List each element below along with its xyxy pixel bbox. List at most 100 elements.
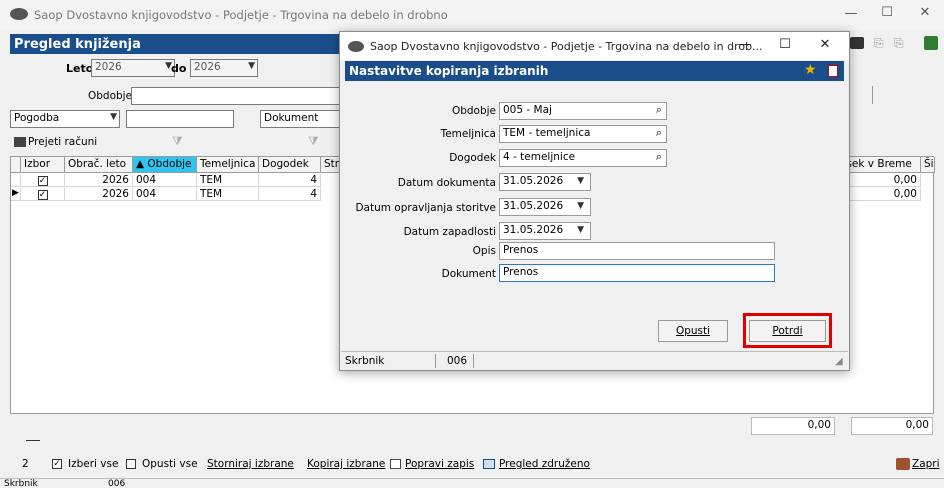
status-divider bbox=[473, 354, 474, 368]
leto-from-field[interactable]: 2026 ▼ bbox=[91, 59, 175, 77]
pregled-button[interactable]: Pregled združeno bbox=[499, 458, 590, 470]
dogodek-label: Dogodek bbox=[449, 152, 496, 164]
cell-obdobje: 004 bbox=[133, 188, 197, 201]
dialog-close-button[interactable]: ✕ bbox=[816, 37, 834, 52]
datum-dokumenta-label: Datum dokumenta bbox=[397, 177, 496, 189]
search-icon[interactable]: ⌕ bbox=[656, 150, 662, 164]
column-header-obdobje[interactable]: ▲ Obdobje bbox=[133, 157, 197, 173]
datum-dokumenta-value: 31.05.2026 bbox=[503, 175, 564, 187]
status-divider bbox=[435, 354, 436, 368]
saop-logo-icon bbox=[348, 41, 364, 52]
row-checkbox-cell[interactable]: ✓ bbox=[21, 188, 65, 201]
datum-storitve-label: Datum opravljanja storitve bbox=[355, 202, 496, 214]
leto-to-value: 2026 bbox=[194, 61, 221, 73]
temeljnica-value: TEM - temeljnica bbox=[503, 127, 591, 139]
popravi-button[interactable]: Popravi zapis bbox=[405, 458, 474, 470]
cell-temeljnica: TEM bbox=[197, 174, 259, 187]
dialog-status-bar: Skrbnik 006 ◢ bbox=[341, 351, 848, 370]
column-header[interactable] bbox=[11, 157, 21, 173]
row-indicator[interactable]: ▶ bbox=[11, 188, 21, 201]
cell-dogodek: 4 bbox=[259, 188, 321, 201]
opis-value: Prenos bbox=[503, 244, 539, 256]
row-checkbox-cell[interactable]: ✓ bbox=[21, 174, 65, 187]
resize-grip-icon[interactable]: ◢ bbox=[835, 356, 843, 367]
status-skrbnik-label: Skrbnik bbox=[4, 479, 38, 488]
pdf-icon[interactable] bbox=[828, 65, 838, 77]
opusti-vse-checkbox[interactable] bbox=[126, 459, 136, 469]
close-button[interactable]: ✕ bbox=[916, 5, 934, 20]
chevron-down-icon[interactable]: ▼ bbox=[577, 176, 584, 186]
row-indicator[interactable] bbox=[11, 174, 21, 187]
minimize-button[interactable]: — bbox=[842, 6, 860, 21]
column-header-temeljnica[interactable]: Temeljnica bbox=[197, 157, 259, 173]
dokument-field[interactable]: Dokument bbox=[260, 110, 348, 128]
temeljnica-label: Temeljnica bbox=[440, 128, 496, 140]
chevron-down-icon[interactable]: ▼ bbox=[577, 225, 584, 235]
print-icon[interactable] bbox=[850, 37, 864, 49]
prejeti-racuni-label[interactable]: Prejeti računi bbox=[28, 136, 97, 148]
exit-icon[interactable] bbox=[924, 36, 938, 50]
datum-storitve-value: 31.05.2026 bbox=[503, 200, 564, 212]
chevron-down-icon[interactable]: ▼ bbox=[110, 112, 117, 122]
leto-label: Leto bbox=[66, 62, 94, 75]
dogodek-input[interactable]: 4 - temeljnice ⌕ bbox=[499, 149, 667, 167]
potrdi-button[interactable]: Potrdi bbox=[749, 320, 826, 342]
table-icon bbox=[483, 459, 495, 469]
zapri-button[interactable]: Zapri bbox=[912, 458, 940, 470]
star-icon[interactable]: ★ bbox=[804, 62, 817, 78]
storniraj-button[interactable]: Storniraj izbrane bbox=[207, 458, 294, 470]
pogodba-filter-input[interactable] bbox=[126, 110, 234, 128]
obdobje-input[interactable]: 005 - Maj ⌕ bbox=[499, 102, 667, 120]
row-checkbox[interactable]: ✓ bbox=[37, 176, 48, 186]
edit-icon bbox=[390, 459, 401, 469]
opusti-button[interactable]: Opusti bbox=[658, 320, 728, 342]
datum-storitve-picker[interactable]: 31.05.2026 ▼ bbox=[499, 198, 591, 216]
datum-zapadlosti-picker[interactable]: 31.05.2026 ▼ bbox=[499, 222, 591, 240]
row-checkbox[interactable]: ✓ bbox=[37, 190, 48, 200]
separator bbox=[26, 440, 40, 441]
izberi-vse-checkbox[interactable]: ✓ bbox=[52, 459, 62, 469]
dokument-input[interactable]: Prenos bbox=[499, 264, 775, 282]
datum-zapadlosti-label: Datum zapadlosti bbox=[403, 226, 496, 238]
sort-ascending-icon: ▲ bbox=[136, 158, 145, 170]
total-right: 0,00 bbox=[851, 417, 933, 435]
chevron-down-icon[interactable]: ▼ bbox=[248, 61, 255, 71]
maximize-button[interactable]: ☐ bbox=[878, 5, 896, 20]
right-panel-divider bbox=[872, 86, 873, 104]
dialog-maximize-button[interactable]: ☐ bbox=[776, 37, 794, 52]
izberi-vse-label[interactable]: Izberi vse bbox=[68, 458, 118, 470]
datum-dokumenta-picker[interactable]: 31.05.2026 ▼ bbox=[499, 173, 591, 191]
datum-zapadlosti-value: 31.05.2026 bbox=[503, 224, 564, 236]
copy-settings-dialog: Saop Dvostavno knjigovodstvo - Podjetje … bbox=[339, 31, 850, 371]
leto-to-field[interactable]: 2026 ▼ bbox=[190, 59, 258, 77]
dialog-title: Saop Dvostavno knjigovodstvo - Podjetje … bbox=[370, 40, 763, 53]
cell-dogodek: 4 bbox=[259, 174, 321, 187]
opis-input[interactable]: Prenos bbox=[499, 242, 775, 260]
paste-icon[interactable]: ⎘ bbox=[894, 36, 904, 51]
kopiraj-button[interactable]: Kopiraj izbrane bbox=[307, 458, 385, 470]
chevron-down-icon[interactable]: ▼ bbox=[577, 201, 584, 211]
obdobje-label: Obdobje bbox=[451, 105, 496, 117]
obdobje-value: 005 - Maj bbox=[503, 104, 552, 116]
column-header-dogodek[interactable]: Dogodek bbox=[259, 157, 321, 173]
column-header-si[interactable]: Ši bbox=[921, 157, 935, 173]
do-label: do bbox=[171, 62, 187, 75]
dogodek-value: 4 - temeljnice bbox=[503, 151, 576, 163]
column-header-izbor[interactable]: Izbor bbox=[21, 157, 65, 173]
dialog-minimize-button[interactable]: — bbox=[736, 37, 754, 52]
page-title: Pregled knjiženja bbox=[14, 37, 141, 52]
total-left: 0,00 bbox=[751, 417, 835, 435]
search-icon[interactable]: ⌕ bbox=[656, 103, 662, 117]
opusti-vse-label[interactable]: Opusti vse bbox=[142, 458, 198, 470]
column-header-leto[interactable]: Obrač. leto bbox=[65, 157, 133, 173]
filter-icon[interactable]: ⧩ bbox=[172, 134, 183, 149]
copy-icon[interactable]: ⎘ bbox=[874, 36, 884, 51]
invoice-icon bbox=[14, 137, 26, 147]
dialog-status-skrbnik-value: 006 bbox=[447, 355, 468, 367]
temeljnica-input[interactable]: TEM - temeljnica ⌕ bbox=[499, 125, 667, 143]
obdobje-field[interactable] bbox=[131, 87, 347, 105]
pogodba-select[interactable]: Pogodba ▼ bbox=[10, 110, 120, 128]
dokument-value: Prenos bbox=[503, 266, 539, 278]
filter-icon[interactable]: ⧩ bbox=[308, 134, 319, 149]
search-icon[interactable]: ⌕ bbox=[656, 126, 662, 140]
